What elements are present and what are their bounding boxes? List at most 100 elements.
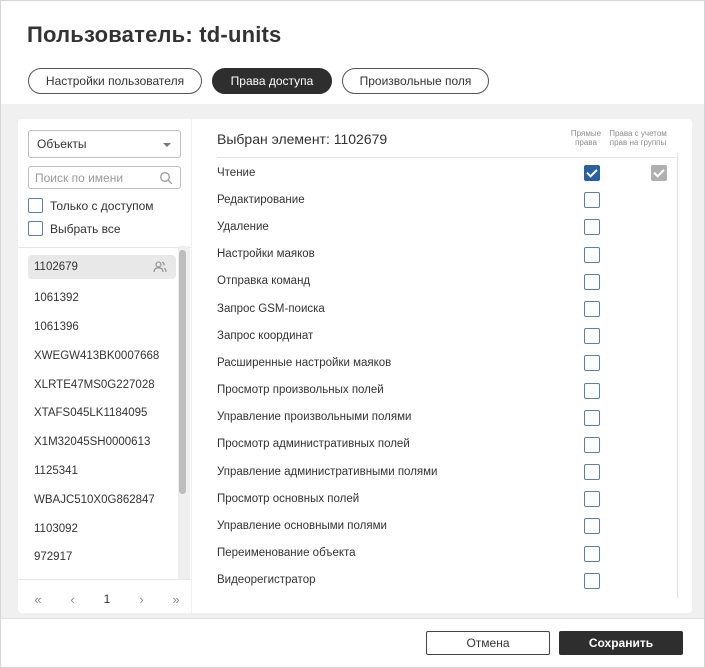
object-list-item[interactable]: 1102679 [28, 255, 176, 279]
permission-label: Чтение [217, 166, 256, 179]
next-page-button[interactable]: › [131, 592, 153, 607]
user-dialog: Пользователь: td-units Настройки пользов… [0, 0, 705, 668]
permission-row: Просмотр произвольных полей [217, 377, 677, 404]
permission-row: Видеорегистратор [217, 567, 677, 594]
objects-panel: Объекты Только с доступом Выбрать все 11… [18, 119, 191, 613]
direct-permission-checkbox[interactable] [584, 518, 600, 535]
scrollbar-thumb[interactable] [179, 250, 186, 494]
divider [18, 247, 191, 248]
object-list-item[interactable]: 1061396 [28, 313, 176, 342]
group-permission-checkbox [651, 165, 667, 181]
object-list-item[interactable]: XWEGW413BK0007668 [28, 341, 176, 370]
current-page: 1 [103, 592, 111, 606]
permission-row: Переименование объекта [217, 540, 677, 567]
object-list-item[interactable]: X1M32045SH0000613 [28, 428, 176, 457]
tab-custom-fields[interactable]: Произвольные поля [342, 68, 489, 94]
permission-row: Чтение [217, 159, 677, 186]
permission-label: Удаление [217, 220, 269, 233]
object-name: 1061392 [34, 292, 79, 305]
permission-label: Отправка команд [217, 275, 311, 288]
permission-row: Запрос GSM-поиска [217, 295, 677, 322]
permission-row: Расширенные настройки маяков [217, 349, 677, 376]
object-list-scrollbar[interactable] [178, 246, 190, 579]
object-name: XWEGW413BK0007668 [34, 349, 160, 362]
object-type-select[interactable]: Объекты [28, 130, 181, 158]
permission-label: Просмотр основных полей [217, 492, 360, 505]
object-list-item[interactable]: 1061392 [28, 284, 176, 313]
object-name: 972917 [34, 551, 73, 564]
object-name: 1102679 [34, 261, 78, 273]
permission-label: Просмотр произвольных полей [217, 384, 384, 397]
object-list-item[interactable]: 1103092 [28, 514, 176, 543]
object-name: WBAJC510X0G862847 [34, 493, 155, 506]
permission-row: Запрос координат [217, 322, 677, 349]
permissions-panel: Выбран элемент: 1102679 Прямые права Пра… [192, 119, 692, 613]
pagination: « ‹ 1 › » [27, 589, 187, 609]
permissions-scroll-track [677, 153, 678, 598]
permission-label: Запрос GSM-поиска [217, 302, 325, 315]
column-header-direct: Прямые права [570, 129, 602, 147]
save-button[interactable]: Сохранить [559, 631, 683, 655]
direct-permission-checkbox[interactable] [584, 409, 600, 426]
last-page-button[interactable]: » [165, 592, 187, 607]
permission-label: Просмотр административных полей [217, 438, 410, 451]
permission-row: Просмотр основных полей [217, 485, 677, 512]
direct-permission-checkbox[interactable] [584, 219, 600, 236]
tab-access-rights[interactable]: Права доступа [212, 68, 332, 94]
direct-permission-checkbox[interactable] [584, 355, 600, 372]
search-icon[interactable] [159, 171, 173, 185]
permission-label: Расширенные настройки маяков [217, 356, 392, 369]
permission-row: Просмотр административных полей [217, 431, 677, 458]
select-all-option[interactable]: Выбрать все [28, 221, 121, 236]
direct-permission-checkbox[interactable] [584, 464, 600, 481]
column-header-with-groups: Права с учетом прав на группы [609, 129, 667, 147]
permission-row: Управление основными полями [217, 512, 677, 539]
permission-label: Управление основными полями [217, 520, 387, 533]
search-input[interactable] [29, 167, 147, 188]
direct-permission-checkbox[interactable] [584, 572, 600, 589]
chevron-down-icon [163, 143, 171, 147]
select-all-checkbox[interactable] [28, 221, 43, 236]
direct-permission-checkbox[interactable] [584, 382, 600, 399]
only-with-access-option[interactable]: Только с доступом [28, 198, 154, 213]
permission-label: Редактирование [217, 193, 305, 206]
object-name: 1103092 [34, 522, 78, 535]
object-name: 1061396 [34, 320, 79, 333]
permission-row: Отправка команд [217, 268, 677, 295]
object-list-item[interactable]: XLRTE47MS0G227028 [28, 370, 176, 399]
tab-user-settings[interactable]: Настройки пользователя [28, 68, 202, 94]
prev-page-button[interactable]: ‹ [62, 592, 84, 607]
direct-permission-checkbox[interactable] [584, 246, 600, 263]
object-name: X1M32045SH0000613 [34, 436, 151, 449]
object-name: XLRTE47MS0G227028 [34, 378, 155, 391]
permission-row: Редактирование [217, 186, 677, 213]
permissions-list: Чтение Редактирование Удаление Настройки ма… [217, 159, 677, 594]
cancel-button[interactable]: Отмена [426, 631, 550, 655]
object-list-item[interactable]: 1125341 [28, 457, 176, 486]
direct-permission-checkbox[interactable] [584, 273, 600, 290]
permission-label: Видеорегистратор [217, 574, 316, 587]
select-all-label: Выбрать все [50, 221, 121, 236]
direct-permission-checkbox[interactable] [584, 192, 600, 209]
first-page-button[interactable]: « [27, 592, 49, 607]
divider [18, 579, 191, 580]
permission-row: Удаление [217, 213, 677, 240]
direct-permission-checkbox[interactable] [584, 436, 600, 453]
direct-permission-checkbox[interactable] [584, 545, 600, 562]
direct-permission-checkbox[interactable] [584, 165, 600, 181]
permission-label: Переименование объекта [217, 547, 356, 560]
permission-row: Управление произвольными полями [217, 404, 677, 431]
dialog-title: Пользователь: td-units [27, 22, 282, 47]
only-with-access-label: Только с доступом [50, 198, 154, 213]
object-list-item[interactable]: 972917 [28, 543, 176, 572]
direct-permission-checkbox[interactable] [584, 491, 600, 508]
divider [217, 157, 676, 158]
direct-permission-checkbox[interactable] [584, 328, 600, 345]
permission-label: Управление административными полями [217, 465, 438, 478]
object-list: 1102679 1061392 1061396 XWEGW413BK0007668 XL… [28, 255, 176, 580]
object-list-item[interactable]: XTAFS045LK1184095 [28, 399, 176, 428]
only-with-access-checkbox[interactable] [28, 198, 43, 213]
direct-permission-checkbox[interactable] [584, 300, 600, 317]
object-list-item[interactable]: WBAJC510X0G862847 [28, 485, 176, 514]
users-icon[interactable] [153, 260, 167, 274]
